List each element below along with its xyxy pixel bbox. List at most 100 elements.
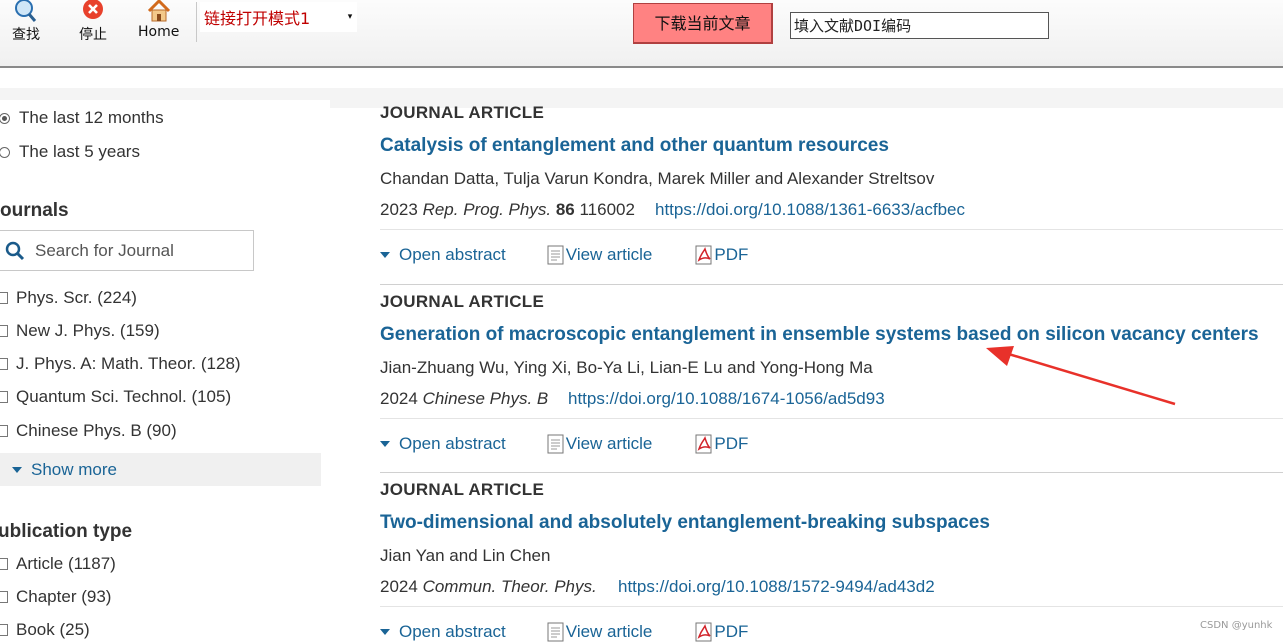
open-abstract-button[interactable]: Open abstract [380,245,506,265]
checkbox-icon[interactable] [0,325,8,337]
journal-filter-item[interactable]: J. Phys. A: Math. Theor. (128) [0,354,241,374]
doi-input[interactable] [790,12,1049,39]
home-label: Home [138,24,180,40]
citation-volume: 86 [555,200,575,219]
citation-year: 2023 [380,200,418,219]
caret-down-icon [380,629,390,635]
journal-filter-item[interactable]: Phys. Scr. (224) [0,288,137,308]
date-option-5-years[interactable]: The last 5 years [0,142,140,162]
filter-sidebar: The last 12 months The last 5 years ourn… [0,100,330,641]
pdf-button[interactable]: PDF [694,434,748,454]
view-article-button[interactable]: View article [546,434,653,454]
caret-down-icon [12,466,22,473]
download-article-button[interactable]: 下载当前文章 [633,3,773,44]
home-button[interactable]: Home [138,0,179,40]
pubtype-filter-label: Article (1187) [16,554,116,573]
citation-journal: Rep. Prog. Phys. [422,200,552,219]
article-type-label: JOURNAL ARTICLE [380,480,545,499]
doi-link[interactable]: https://doi.org/10.1088/1361-6633/acfbec [655,200,965,220]
link-mode-select[interactable]: 链接打开模式1 ▾ [200,2,357,32]
pdf-label: PDF [714,434,749,453]
pdf-button[interactable]: PDF [694,245,748,265]
document-icon [547,434,564,454]
date-option-12-months[interactable]: The last 12 months [0,108,164,128]
caret-down-icon [380,252,390,258]
document-icon [547,622,564,642]
radio-button-icon[interactable] [0,146,10,158]
journal-search-input[interactable] [33,239,237,262]
article-actions: Open abstract View article PDF [380,245,748,265]
show-more-label: Show more [31,459,117,479]
journal-filter-label: New J. Phys. (159) [16,321,160,340]
view-article-button[interactable]: View article [546,622,653,642]
citation-year: 2024 [380,577,418,596]
browser-toolbar: 查找 停止 Home 链接打开模式1 ▾ 下载当前文章 [0,0,1283,68]
article-type-label: JOURNAL ARTICLE [380,292,545,311]
open-abstract-label: Open abstract [399,622,506,641]
red-arrow-annotation [986,346,1176,406]
view-article-button[interactable]: View article [546,245,653,265]
article-citation: 2023 Rep. Prog. Phys. 86 116002 [380,200,635,220]
article-actions: Open abstract View article PDF [380,434,748,454]
article-authors: Jian Yan and Lin Chen [380,546,551,565]
pubtype-filter-item[interactable]: Article (1187) [0,554,116,574]
toolbar-divider [196,2,197,42]
doi-link[interactable]: https://doi.org/10.1088/1572-9494/ad43d2 [618,577,935,597]
open-abstract-button[interactable]: Open abstract [380,434,506,454]
article-title-link[interactable]: Two-dimensional and absolutely entanglem… [380,512,990,534]
doi-link[interactable]: https://doi.org/10.1088/1674-1056/ad5d93 [568,389,885,409]
journal-filter-label: J. Phys. A: Math. Theor. (128) [16,354,241,373]
radio-button-icon[interactable] [0,112,10,124]
dropdown-arrow-icon[interactable]: ▾ [343,12,357,22]
article-citation: 2024 Chinese Phys. B [380,389,548,409]
pubtype-filter-item[interactable]: Book (25) [0,620,90,640]
journal-filter-item[interactable]: Quantum Sci. Technol. (105) [0,387,231,407]
caret-down-icon [380,441,390,447]
journal-filter-label: Phys. Scr. (224) [16,288,137,307]
divider [380,418,1283,419]
journal-search-field[interactable] [0,230,254,271]
watermark: CSDN @yunhk [1200,620,1273,631]
checkbox-icon[interactable] [0,292,8,304]
pubtype-filter-item[interactable]: Chapter (93) [0,587,111,607]
open-abstract-button[interactable]: Open abstract [380,622,506,642]
article-citation: 2024 Commun. Theor. Phys. [380,577,597,597]
article-title-link[interactable]: Catalysis of entanglement and other quan… [380,135,889,157]
magnifier-icon [13,0,39,22]
checkbox-icon[interactable] [0,358,8,370]
checkbox-icon[interactable] [0,391,8,403]
journal-filter-item[interactable]: New J. Phys. (159) [0,321,160,341]
pdf-icon [695,434,712,454]
find-button[interactable]: 查找 [12,0,40,44]
open-abstract-label: Open abstract [399,245,506,264]
open-abstract-label: Open abstract [399,434,506,453]
show-more-button[interactable]: Show more [0,453,321,486]
checkbox-icon[interactable] [0,558,8,570]
divider [380,606,1283,607]
checkbox-icon[interactable] [0,624,8,636]
article-authors: Chandan Datta, Tulja Varun Kondra, Marek… [380,169,935,188]
checkbox-icon[interactable] [0,591,8,603]
journal-filter-label: Quantum Sci. Technol. (105) [16,387,232,406]
pubtype-filter-label: Book (25) [16,620,90,639]
citation-year: 2024 [380,389,418,408]
view-article-label: View article [565,434,653,453]
date-option-label: The last 12 months [19,108,164,127]
document-icon [547,245,564,265]
stop-icon [80,0,106,22]
article-actions: Open abstract View article PDF [380,622,748,642]
stop-label: 停止 [79,27,107,43]
view-article-label: View article [565,622,653,641]
stop-button[interactable]: 停止 [79,0,107,44]
home-icon [146,0,172,22]
checkbox-icon[interactable] [0,425,8,437]
pubtype-filter-label: Chapter (93) [16,587,112,606]
pdf-icon [695,245,712,265]
article-authors: Jian-Zhuang Wu, Ying Xi, Bo-Ya Li, Lian-… [380,358,873,377]
citation-journal: Commun. Theor. Phys. [422,577,597,596]
view-article-label: View article [565,245,653,264]
pdf-button[interactable]: PDF [694,622,748,642]
publication-type-heading: ublication type [0,521,133,542]
pdf-label: PDF [714,245,749,264]
journal-filter-item[interactable]: Chinese Phys. B (90) [0,421,177,441]
